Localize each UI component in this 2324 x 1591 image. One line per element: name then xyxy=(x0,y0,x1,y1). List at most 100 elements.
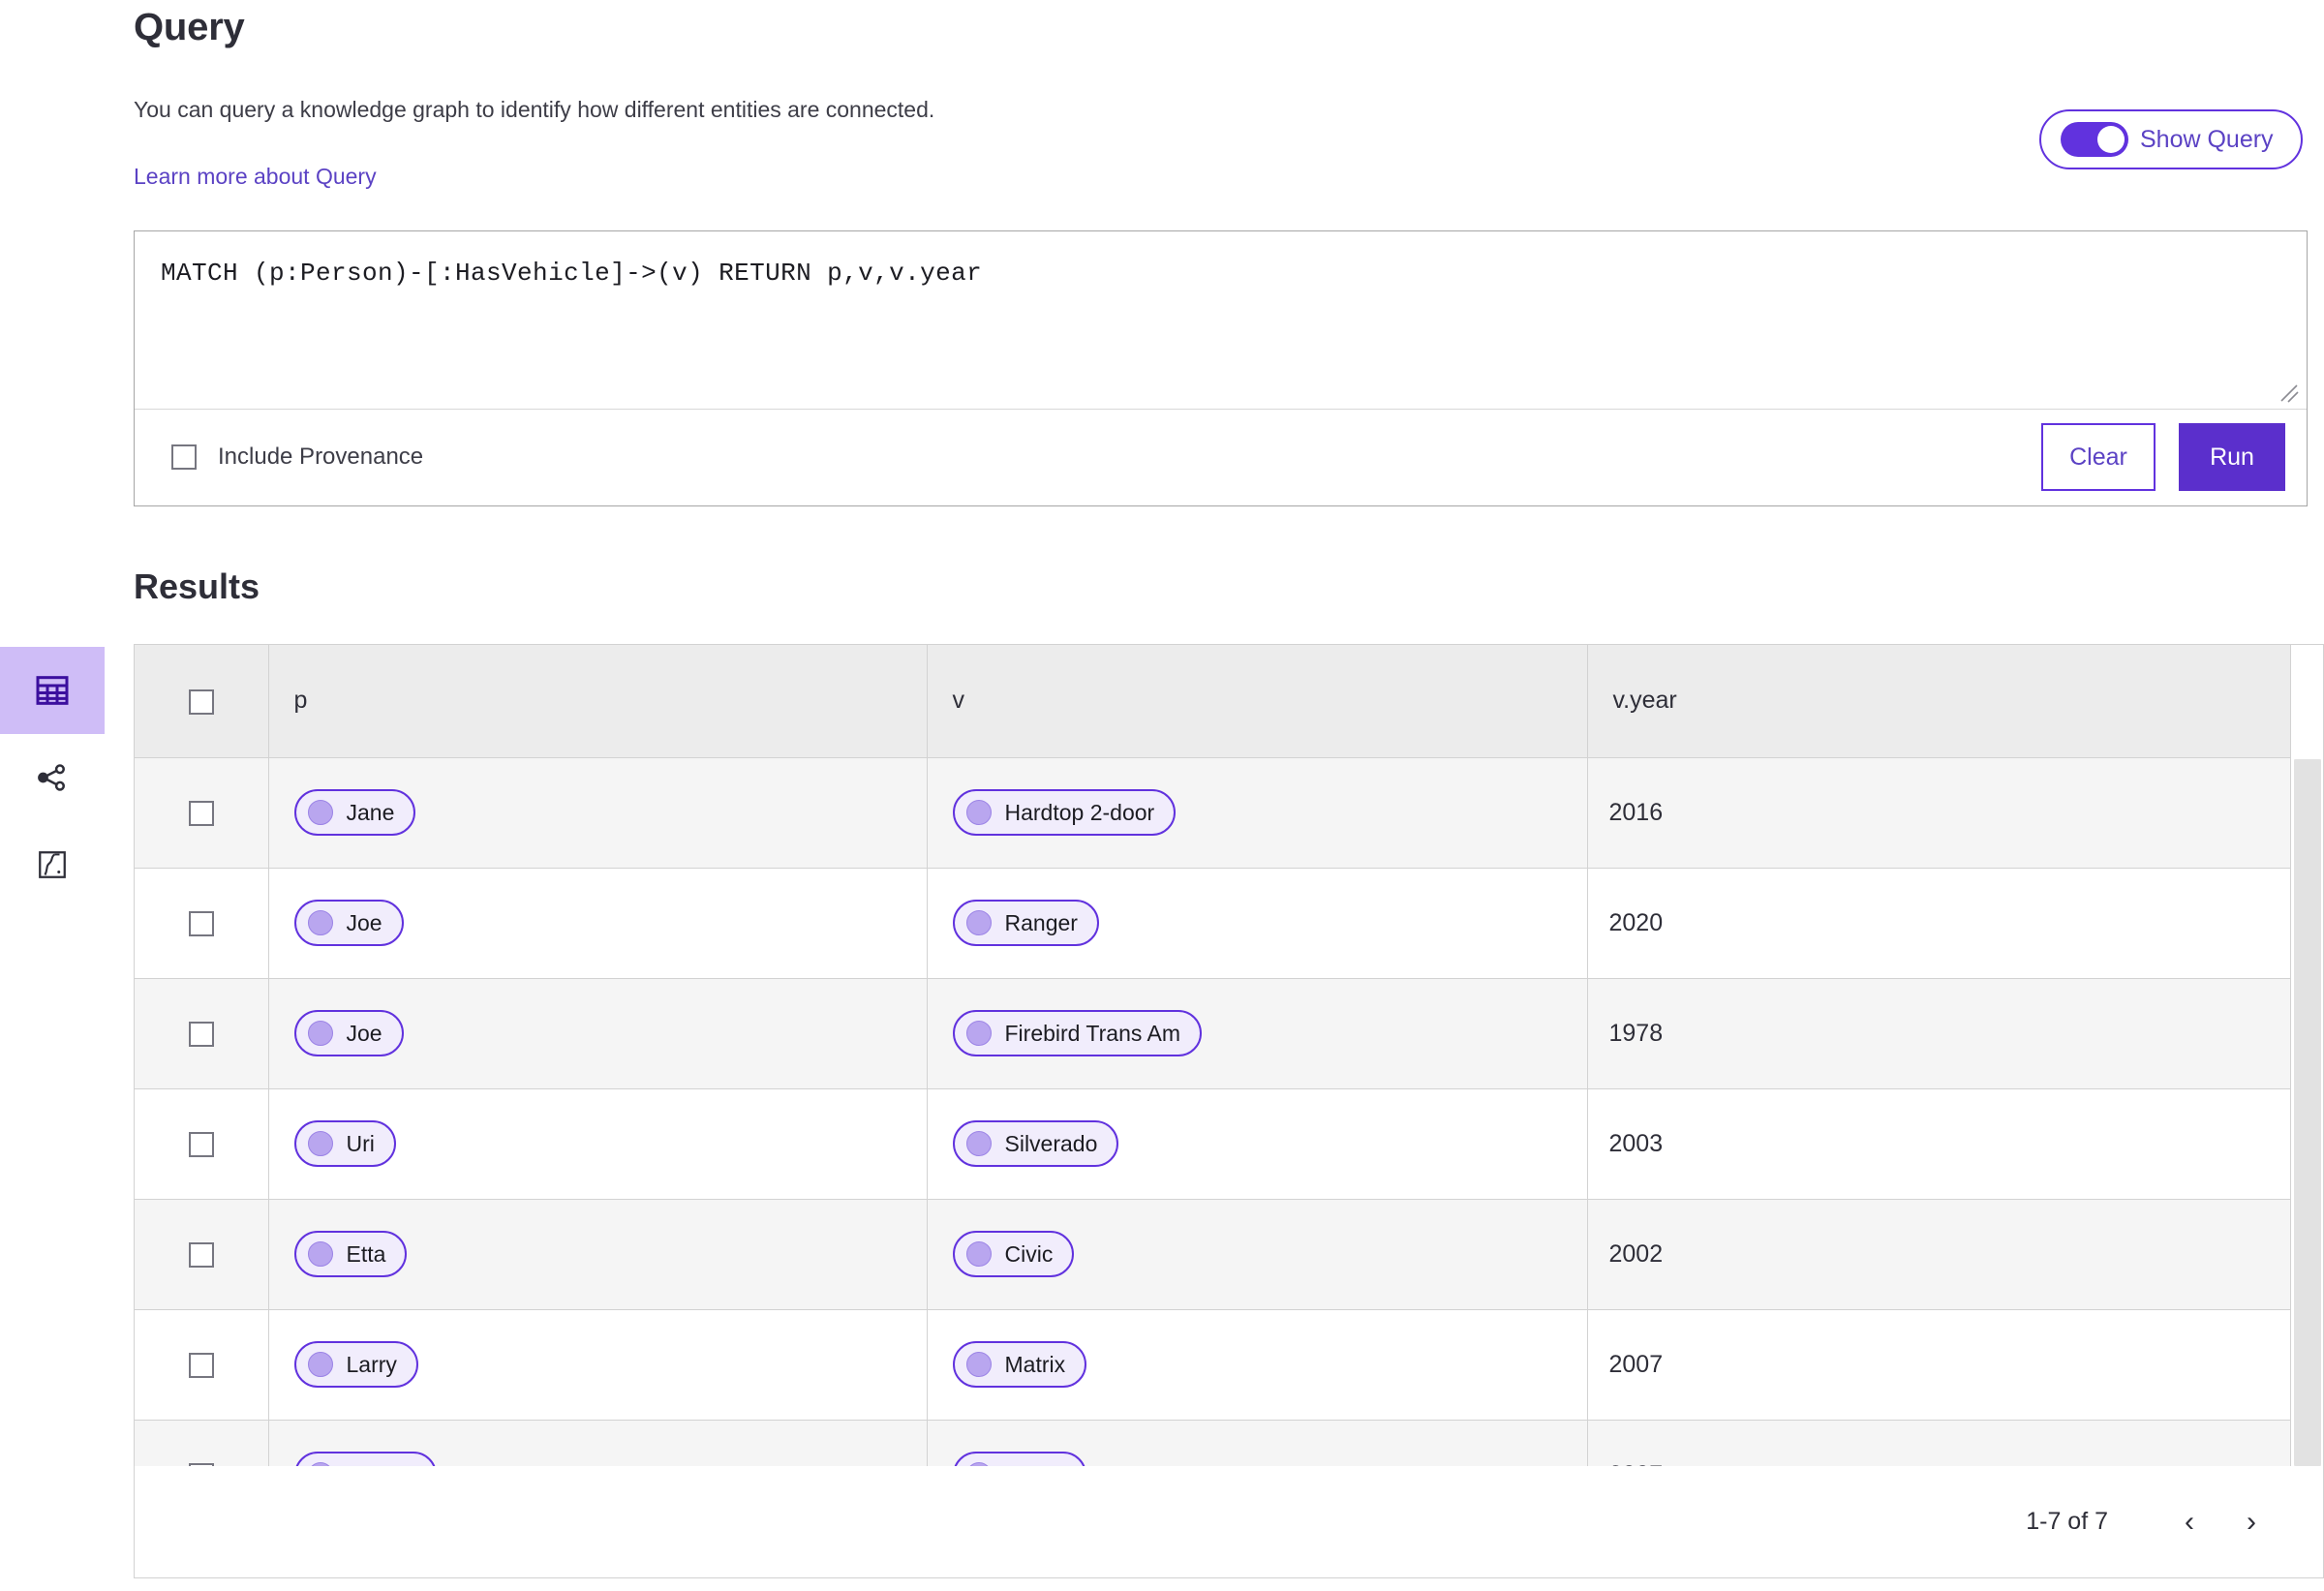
node-dot-icon xyxy=(307,910,333,935)
resize-handle[interactable] xyxy=(2276,380,2301,405)
clear-button[interactable]: Clear xyxy=(2041,423,2156,491)
cell-person: Lauren xyxy=(268,1420,928,1466)
sidebar-item-map-view[interactable] xyxy=(0,821,105,908)
learn-more-link[interactable]: Learn more about Query xyxy=(134,164,377,190)
table-row[interactable]: Jane Hardtop 2-door 2016 xyxy=(135,757,2291,869)
vehicle-chip[interactable]: Firebird Trans Am xyxy=(952,1010,1202,1056)
vehicle-chip[interactable]: Silverado xyxy=(952,1120,1119,1167)
query-text[interactable]: MATCH (p:Person)-[:HasVehicle]->(v) RETU… xyxy=(161,259,982,288)
show-query-label: Show Query xyxy=(2140,125,2274,153)
page-range-label: 1-7 of 7 xyxy=(2026,1508,2108,1535)
row-checkbox[interactable] xyxy=(188,1131,214,1157)
show-query-toggle[interactable]: Show Query xyxy=(2039,109,2303,169)
node-dot-icon xyxy=(965,910,992,935)
vehicle-chip[interactable]: Matrix xyxy=(952,1341,1087,1388)
map-icon xyxy=(35,847,70,882)
cell-vehicle: Silverado xyxy=(927,1088,1588,1200)
person-chip[interactable]: Jane xyxy=(293,789,416,836)
table-row[interactable]: Larry Matrix 2007 xyxy=(135,1309,2291,1421)
table-row[interactable]: Joe Firebird Trans Am 1978 xyxy=(135,978,2291,1089)
cell-person: Uri xyxy=(268,1088,928,1200)
table-vertical-scrollbar[interactable] xyxy=(2294,759,2321,1466)
cell-year: 2007 xyxy=(1587,1309,2291,1421)
row-checkbox-cell[interactable] xyxy=(135,978,269,1089)
table-row[interactable]: Joe Ranger 2020 xyxy=(135,868,2291,979)
run-button[interactable]: Run xyxy=(2179,423,2285,491)
person-chip[interactable]: Joe xyxy=(293,1010,404,1056)
toggle-switch[interactable] xyxy=(2061,122,2128,157)
vehicle-chip[interactable]: Ranger xyxy=(952,900,1099,946)
previous-page-button[interactable]: ‹ xyxy=(2158,1491,2220,1553)
column-header-p[interactable]: p xyxy=(268,645,928,758)
cell-person: Jane xyxy=(268,757,928,869)
node-dot-icon xyxy=(965,1352,992,1377)
cell-year: 2020 xyxy=(1587,868,2291,979)
row-checkbox[interactable] xyxy=(188,1352,214,1378)
results-table-body: Jane Hardtop 2-door 2016 Joe Ranger 2020 Joe Fi… xyxy=(135,757,2291,1466)
row-checkbox-cell[interactable] xyxy=(135,757,269,869)
row-checkbox-cell[interactable] xyxy=(135,1420,269,1466)
cell-vehicle: Ranger xyxy=(927,868,1588,979)
chip-label: Uri xyxy=(346,1130,375,1156)
select-all-checkbox[interactable] xyxy=(188,688,214,715)
row-checkbox[interactable] xyxy=(188,910,214,936)
person-chip[interactable]: Lauren xyxy=(293,1452,438,1466)
share-graph-icon xyxy=(34,759,71,796)
column-header-v-year[interactable]: v.year xyxy=(1587,645,2291,758)
person-chip[interactable]: Joe xyxy=(293,900,404,946)
person-chip[interactable]: Larry xyxy=(293,1341,418,1388)
chip-label: Matrix xyxy=(1004,1351,1066,1377)
row-checkbox-cell[interactable] xyxy=(135,868,269,979)
results-panel: p v v.year Jane Hardtop 2-door 2016 Joe Rang… xyxy=(134,644,2324,1578)
chip-label: Jane xyxy=(346,799,395,825)
query-actions: Clear Run xyxy=(2041,423,2285,491)
node-dot-icon xyxy=(965,1021,992,1046)
table-icon xyxy=(33,671,72,710)
query-editor-panel: MATCH (p:Person)-[:HasVehicle]->(v) RETU… xyxy=(134,230,2308,506)
include-provenance-checkbox[interactable]: Include Provenance xyxy=(171,444,423,471)
chip-label: Ranger xyxy=(1004,909,1078,935)
cell-vehicle: Hardtop 2-door xyxy=(927,757,1588,869)
row-checkbox[interactable] xyxy=(188,1241,214,1268)
person-chip[interactable]: Uri xyxy=(293,1120,396,1167)
vehicle-chip[interactable]: Matrix xyxy=(952,1452,1087,1466)
cell-year: 1978 xyxy=(1587,978,2291,1089)
person-chip[interactable]: Etta xyxy=(293,1231,408,1277)
results-table-scroll[interactable]: p v v.year Jane Hardtop 2-door 2016 Joe Rang… xyxy=(134,644,2324,1466)
row-checkbox-cell[interactable] xyxy=(135,1199,269,1310)
next-page-button[interactable]: › xyxy=(2220,1491,2282,1553)
sidebar-item-graph-view[interactable] xyxy=(0,734,105,821)
cell-vehicle: Matrix xyxy=(927,1309,1588,1421)
vehicle-chip[interactable]: Hardtop 2-door xyxy=(952,789,1177,836)
table-row[interactable]: Lauren Matrix 2007 xyxy=(135,1420,2291,1466)
vehicle-chip[interactable]: Civic xyxy=(952,1231,1075,1277)
table-row[interactable]: Etta Civic 2002 xyxy=(135,1199,2291,1310)
results-title: Results xyxy=(134,566,260,606)
cell-vehicle: Firebird Trans Am xyxy=(927,978,1588,1089)
select-all-header[interactable] xyxy=(135,645,269,758)
query-page: Query You can query a knowledge graph to… xyxy=(134,0,2324,1591)
chip-label: Joe xyxy=(346,909,382,935)
column-header-v[interactable]: v xyxy=(927,645,1588,758)
chip-label: Larry xyxy=(346,1351,397,1377)
row-checkbox[interactable] xyxy=(188,800,214,826)
row-checkbox[interactable] xyxy=(188,1021,214,1047)
cell-person: Joe xyxy=(268,868,928,979)
cell-person: Etta xyxy=(268,1199,928,1310)
row-checkbox-cell[interactable] xyxy=(135,1088,269,1200)
checkbox-box[interactable] xyxy=(171,444,197,470)
cell-year: 2003 xyxy=(1587,1088,2291,1200)
query-textarea[interactable]: MATCH (p:Person)-[:HasVehicle]->(v) RETU… xyxy=(135,231,2307,410)
chip-label: Silverado xyxy=(1004,1130,1098,1156)
node-dot-icon xyxy=(965,1241,992,1267)
node-dot-icon xyxy=(307,1131,333,1156)
cell-vehicle: Civic xyxy=(927,1199,1588,1310)
table-scrollbar-thumb[interactable] xyxy=(2294,759,2321,1466)
table-row[interactable]: Uri Silverado 2003 xyxy=(135,1088,2291,1200)
sidebar-item-table-view[interactable] xyxy=(0,647,105,734)
results-table: p v v.year Jane Hardtop 2-door 2016 Joe Rang… xyxy=(135,645,2291,1466)
chip-label: Firebird Trans Am xyxy=(1004,1020,1181,1046)
query-footer: Include Provenance Clear Run xyxy=(135,410,2307,505)
view-mode-rail xyxy=(0,647,105,908)
row-checkbox-cell[interactable] xyxy=(135,1309,269,1421)
